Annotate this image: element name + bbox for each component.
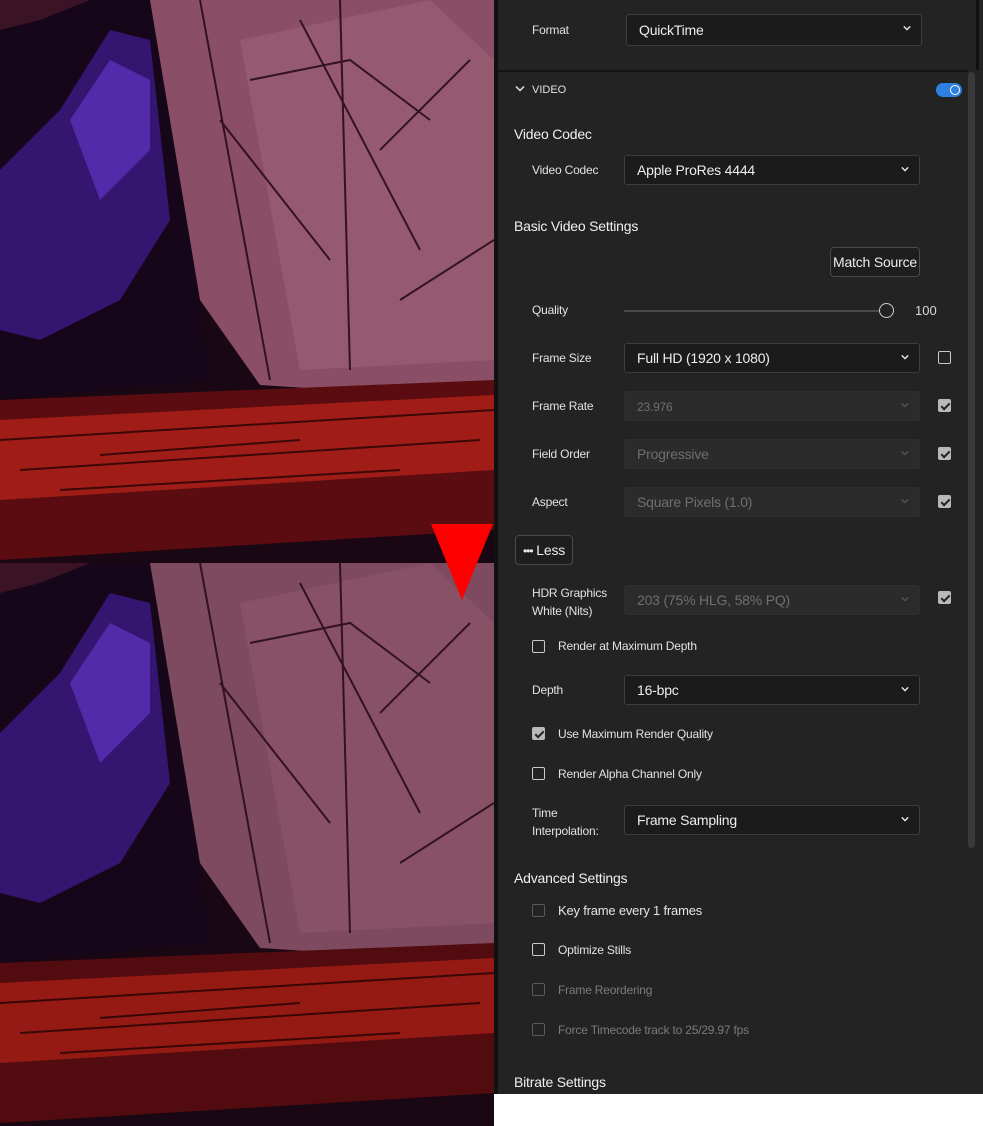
format-value: QuickTime bbox=[639, 22, 704, 38]
field-order-label: Field Order bbox=[532, 447, 590, 461]
field-order-checkbox[interactable] bbox=[938, 447, 951, 460]
less-button-label: Less bbox=[536, 542, 566, 558]
force-timecode-label: Force Timecode track to 25/29.97 fps bbox=[558, 1023, 749, 1037]
max-render-quality-checkbox[interactable] bbox=[532, 727, 545, 740]
video-toggle[interactable] bbox=[936, 83, 962, 97]
hdr-value: 203 (75% HLG, 58% PQ) bbox=[637, 592, 790, 608]
chevron-down-icon bbox=[901, 686, 909, 692]
quality-slider-handle[interactable] bbox=[879, 303, 894, 318]
chevron-down-icon bbox=[903, 25, 911, 31]
render-max-depth-checkbox[interactable] bbox=[532, 640, 545, 653]
depth-label: Depth bbox=[532, 683, 564, 697]
aspect-label: Aspect bbox=[532, 495, 568, 509]
more-dots-icon: ••• bbox=[522, 544, 534, 558]
format-dropdown[interactable]: QuickTime bbox=[626, 14, 922, 46]
depth-value: 16-bpc bbox=[637, 682, 679, 698]
hdr-label-line1: HDR Graphics bbox=[532, 586, 607, 600]
time-interp-label-line2: Interpolation: bbox=[532, 824, 599, 838]
time-interp-label: Time Interpolation: bbox=[532, 804, 599, 840]
frame-size-dropdown[interactable]: Full HD (1920 x 1080) bbox=[624, 343, 920, 373]
render-max-depth-label: Render at Maximum Depth bbox=[558, 639, 697, 653]
time-interp-label-line1: Time bbox=[532, 806, 558, 820]
aspect-dropdown[interactable]: Square Pixels (1.0) bbox=[624, 487, 920, 517]
preview-image-top bbox=[0, 0, 494, 563]
quality-label: Quality bbox=[532, 303, 568, 317]
basic-settings-title: Basic Video Settings bbox=[514, 218, 639, 234]
match-source-button[interactable]: Match Source bbox=[830, 247, 920, 277]
force-timecode-checkbox[interactable] bbox=[532, 1023, 545, 1036]
chevron-down-icon bbox=[901, 166, 909, 172]
optimize-stills-label: Optimize Stills bbox=[558, 943, 632, 957]
frame-rate-label: Frame Rate bbox=[532, 399, 594, 413]
hdr-label: HDR Graphics White (Nits) bbox=[532, 584, 607, 620]
chevron-down-icon bbox=[901, 450, 909, 456]
field-order-value: Progressive bbox=[637, 446, 709, 462]
panel-divider bbox=[494, 0, 498, 1094]
video-section-header: VIDEO bbox=[532, 84, 567, 96]
time-interp-value: Frame Sampling bbox=[637, 812, 737, 828]
comparison-arrow-icon bbox=[431, 524, 493, 600]
frame-reordering-label: Frame Reordering bbox=[558, 983, 653, 997]
preview-image-bottom bbox=[0, 563, 494, 1126]
keyframe-label: Key frame every 1 frames bbox=[558, 903, 703, 918]
frame-rate-value: 23.976 bbox=[637, 400, 673, 414]
optimize-stills-checkbox[interactable] bbox=[532, 943, 545, 956]
chevron-down-icon bbox=[901, 816, 909, 822]
aspect-value: Square Pixels (1.0) bbox=[637, 494, 753, 510]
chevron-down-icon bbox=[901, 354, 909, 360]
frame-rate-checkbox[interactable] bbox=[938, 399, 951, 412]
panel-edge bbox=[976, 0, 979, 70]
video-codec-dropdown[interactable]: Apple ProRes 4444 bbox=[624, 155, 920, 185]
time-interp-dropdown[interactable]: Frame Sampling bbox=[624, 805, 920, 835]
quality-slider-track[interactable] bbox=[624, 310, 882, 312]
max-render-quality-label: Use Maximum Render Quality bbox=[558, 727, 713, 741]
hdr-label-line2: White (Nits) bbox=[532, 604, 593, 618]
format-label: Format bbox=[532, 23, 569, 37]
chevron-down-icon bbox=[901, 596, 909, 602]
chevron-collapse-icon[interactable] bbox=[515, 85, 525, 93]
scrollbar-thumb[interactable] bbox=[968, 72, 975, 848]
frame-size-value: Full HD (1920 x 1080) bbox=[637, 350, 770, 366]
frame-rate-dropdown[interactable]: 23.976 bbox=[624, 391, 920, 421]
chevron-down-icon bbox=[901, 498, 909, 504]
frame-reordering-checkbox[interactable] bbox=[532, 983, 545, 996]
frame-size-label: Frame Size bbox=[532, 351, 592, 365]
hdr-checkbox[interactable] bbox=[938, 591, 951, 604]
field-order-dropdown[interactable]: Progressive bbox=[624, 439, 920, 469]
alpha-only-checkbox[interactable] bbox=[532, 767, 545, 780]
aspect-checkbox[interactable] bbox=[938, 495, 951, 508]
chevron-down-icon bbox=[901, 402, 909, 408]
less-button[interactable]: ••• Less bbox=[515, 535, 573, 565]
bitrate-settings-title: Bitrate Settings bbox=[514, 1074, 606, 1090]
quality-value: 100 bbox=[915, 303, 937, 318]
toggle-knob bbox=[950, 85, 960, 95]
video-codec-label: Video Codec bbox=[532, 163, 599, 177]
video-codec-title: Video Codec bbox=[514, 126, 592, 142]
scrollbar[interactable] bbox=[968, 72, 976, 848]
keyframe-checkbox[interactable] bbox=[532, 904, 545, 917]
video-codec-value: Apple ProRes 4444 bbox=[637, 162, 756, 178]
frame-size-checkbox[interactable] bbox=[938, 351, 951, 364]
alpha-only-label: Render Alpha Channel Only bbox=[558, 767, 702, 781]
section-divider bbox=[498, 70, 968, 72]
hdr-dropdown[interactable]: 203 (75% HLG, 58% PQ) bbox=[624, 585, 920, 615]
advanced-settings-title: Advanced Settings bbox=[514, 870, 628, 886]
depth-dropdown[interactable]: 16-bpc bbox=[624, 675, 920, 705]
